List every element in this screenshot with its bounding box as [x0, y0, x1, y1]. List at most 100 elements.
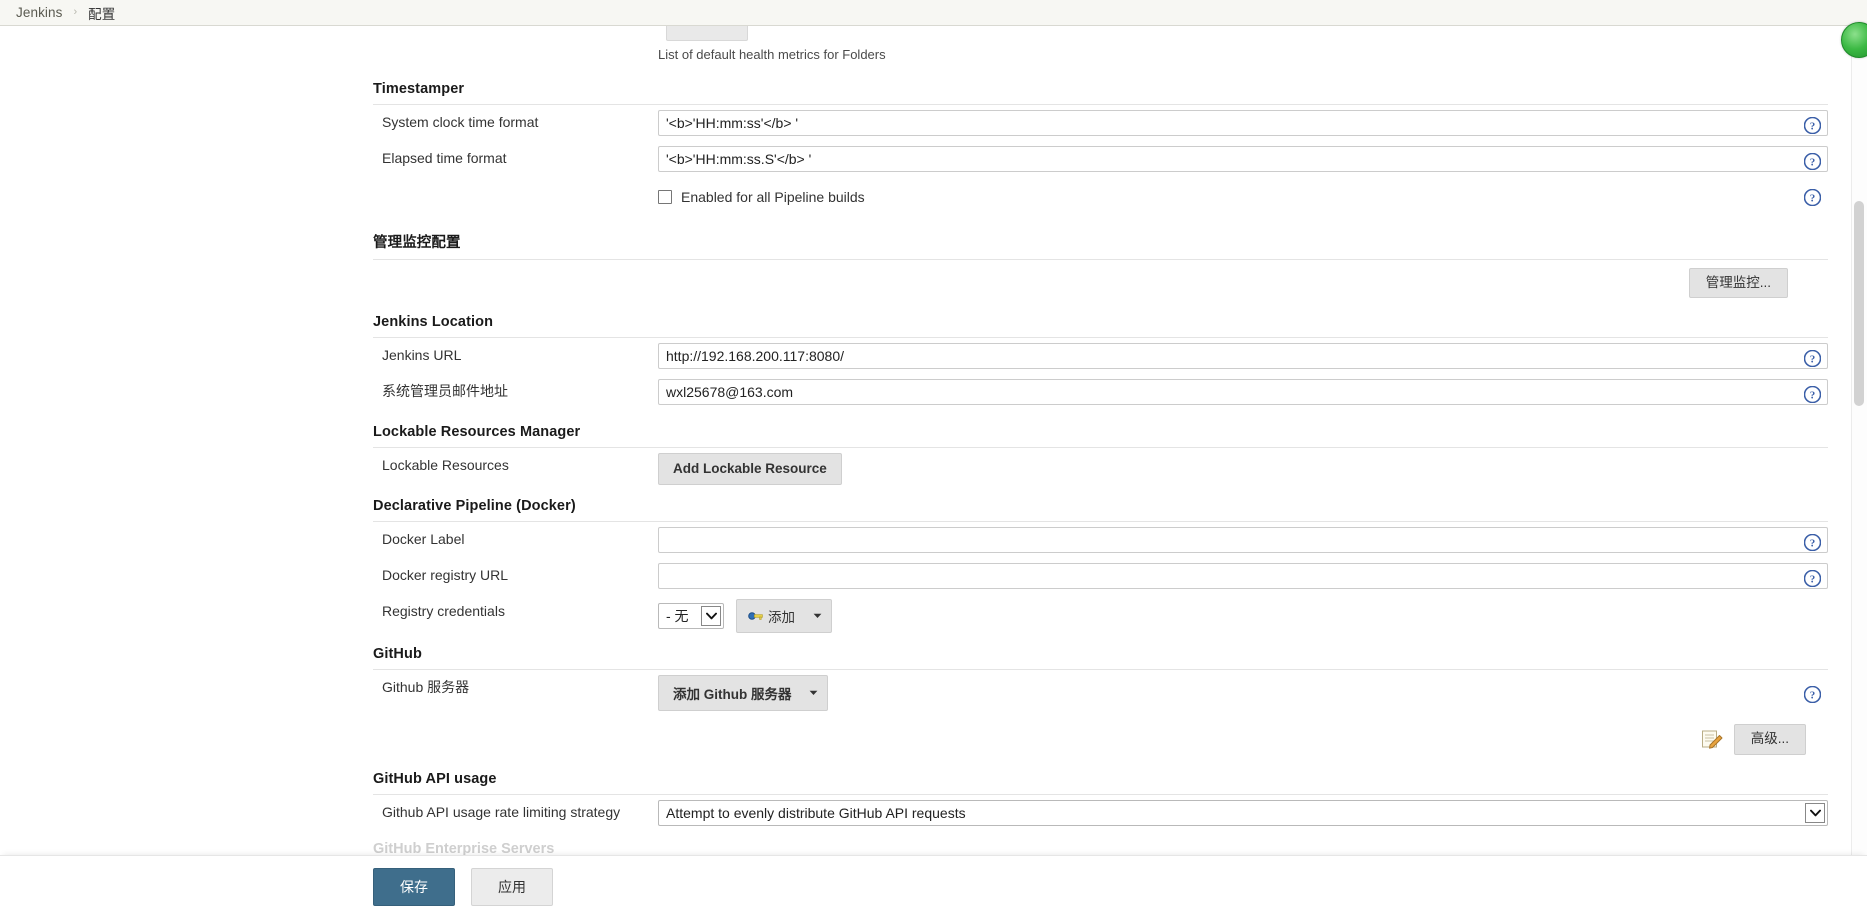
configure-form-scroll-pane: List of default health metrics for Folde…	[0, 26, 1867, 887]
form-action-bar: 保存 应用	[0, 855, 1867, 917]
row-pipeline-enabled: Enabled for all Pipeline builds ?	[373, 177, 1828, 217]
section-jenkins-location: Jenkins Location Jenkins URL ? 系统管理员邮件地址	[373, 314, 1828, 410]
jenkins-location-title: Jenkins Location	[373, 314, 1828, 339]
breadcrumb-item-configure[interactable]: 配置	[88, 3, 115, 23]
row-github-server: Github 服务器 添加 Github 服务器 ?	[373, 670, 1828, 716]
docker-registry-url-field	[658, 558, 1828, 594]
github-server-field: 添加 Github 服务器	[658, 670, 1828, 716]
registry-credentials-select[interactable]: - 无 -	[658, 603, 724, 630]
elapsed-help-wrap: ?	[1803, 152, 1822, 175]
github-advanced-button[interactable]: 高级...	[1733, 724, 1806, 755]
jenkins-url-input[interactable]	[658, 343, 1828, 370]
help-icon[interactable]: ?	[1803, 686, 1822, 704]
configure-form: List of default health metrics for Folde…	[0, 26, 1850, 887]
help-icon[interactable]: ?	[1803, 116, 1822, 135]
scrollbar-thumb[interactable]	[1854, 201, 1864, 406]
elapsed-time-format-label: Elapsed time format	[382, 150, 507, 166]
github-rate-limiting-select-wrap: Attempt to evenly distribute GitHub API …	[658, 799, 1828, 826]
save-button[interactable]: 保存	[373, 867, 455, 906]
help-icon[interactable]: ?	[1803, 570, 1822, 588]
pipeline-enabled-spacer	[373, 177, 658, 192]
monitoring-button-row: 管理监控...	[373, 260, 1828, 306]
svg-text:?: ?	[1810, 390, 1816, 402]
breadcrumb-item-jenkins[interactable]: Jenkins	[16, 5, 62, 20]
elapsed-time-format-field	[658, 141, 1828, 177]
manage-monitoring-button[interactable]: 管理监控...	[1688, 268, 1788, 299]
github-server-help-wrap: ?	[1803, 686, 1822, 708]
system-clock-time-format-field	[658, 105, 1828, 141]
github-rate-limiting-select[interactable]: Attempt to evenly distribute GitHub API …	[658, 799, 1828, 826]
chevron-down-icon	[809, 691, 817, 696]
svg-text:?: ?	[1810, 121, 1816, 133]
lockable-resources-label: Lockable Resources	[382, 457, 509, 474]
add-github-server-button[interactable]: 添加 Github 服务器	[659, 676, 804, 710]
pipeline-enabled-checkbox-row[interactable]: Enabled for all Pipeline builds	[658, 182, 1828, 212]
section-timestamper: Timestamper System clock time format ? E…	[373, 81, 1828, 217]
system-clock-help-wrap: ?	[1803, 116, 1822, 139]
docker-label-label: Docker Label	[382, 531, 465, 548]
lockable-resources-field: Add Lockable Resource	[658, 448, 1828, 490]
github-rate-limiting-field: Attempt to evenly distribute GitHub API …	[658, 795, 1828, 831]
row-docker-registry-url: Docker registry URL ?	[373, 558, 1828, 594]
system-clock-time-format-input[interactable]	[658, 110, 1828, 136]
registry-credentials-field: - 无 - 添加	[658, 594, 1828, 638]
row-github-rate-limiting: Github API usage rate limiting strategy …	[373, 795, 1828, 831]
row-docker-label: Docker Label ?	[373, 522, 1828, 558]
pipeline-enabled-label[interactable]: Enabled for all Pipeline builds	[681, 189, 865, 205]
section-github-api-usage: GitHub API usage Github API usage rate l…	[373, 771, 1828, 831]
registry-credentials-select-wrap: - 无 -	[658, 603, 724, 630]
timestamper-title: Timestamper	[373, 81, 1828, 105]
help-icon[interactable]: ?	[1803, 349, 1822, 368]
add-lockable-resource-button[interactable]: Add Lockable Resource	[658, 453, 842, 486]
declarative-docker-title: Declarative Pipeline (Docker)	[373, 498, 1828, 523]
section-monitoring: 管理监控配置 管理监控...	[373, 231, 1828, 306]
docker-label-input[interactable]	[658, 527, 1828, 554]
health-metrics-hint-row: List of default health metrics for Folde…	[373, 26, 1828, 73]
svg-text:?: ?	[1810, 157, 1816, 169]
docker-registry-help-wrap: ?	[1803, 570, 1822, 592]
pipeline-enabled-checkbox[interactable]	[658, 190, 672, 204]
add-github-server-split-button[interactable]: 添加 Github 服务器	[658, 675, 828, 712]
help-icon[interactable]: ?	[1803, 385, 1822, 404]
add-github-server-caret-button[interactable]	[804, 676, 827, 710]
chevron-down-icon	[813, 614, 822, 619]
registry-credentials-label: Registry credentials	[382, 603, 505, 620]
key-icon	[748, 610, 763, 622]
docker-registry-url-input[interactable]	[658, 563, 1828, 590]
svg-text:?: ?	[1810, 538, 1816, 550]
svg-text:?: ?	[1810, 574, 1816, 586]
help-icon[interactable]: ?	[1803, 534, 1822, 552]
svg-text:?: ?	[1810, 354, 1816, 366]
elapsed-time-format-input[interactable]	[658, 146, 1828, 172]
docker-registry-url-label: Docker registry URL	[382, 567, 509, 584]
health-metrics-hint-text: List of default health metrics for Folde…	[658, 47, 886, 62]
system-clock-time-format-label: System clock time format	[382, 114, 539, 130]
github-api-usage-title: GitHub API usage	[373, 771, 1828, 795]
pipeline-enabled-field: Enabled for all Pipeline builds	[658, 177, 1828, 217]
github-enterprise-servers-title: GitHub Enterprise Servers	[373, 840, 555, 857]
jenkins-url-field	[658, 338, 1828, 374]
vertical-scrollbar[interactable]	[1851, 26, 1867, 917]
add-credentials-split-button[interactable]: 添加	[736, 599, 832, 634]
svg-text:?: ?	[1810, 193, 1816, 205]
breadcrumb-separator: ›	[73, 6, 78, 18]
row-registry-credentials: Registry credentials - 无 - 添加	[373, 594, 1828, 638]
add-credentials-button[interactable]: 添加	[737, 600, 808, 632]
github-title: GitHub	[373, 646, 1828, 671]
help-icon[interactable]: ?	[1803, 188, 1822, 207]
github-rate-limiting-label: Github API usage rate limiting strategy	[382, 803, 621, 820]
help-icon[interactable]: ?	[1803, 152, 1822, 171]
admin-email-label: 系统管理员邮件地址	[382, 383, 508, 400]
jenkins-url-label: Jenkins URL	[382, 347, 462, 364]
section-lockable-resources: Lockable Resources Manager Lockable Reso…	[373, 424, 1828, 490]
breadcrumb: Jenkins › 配置	[0, 0, 1867, 26]
admin-email-input[interactable]	[658, 379, 1828, 406]
section-declarative-pipeline-docker: Declarative Pipeline (Docker) Docker Lab…	[373, 498, 1828, 638]
row-lockable-resources: Lockable Resources Add Lockable Resource	[373, 448, 1828, 490]
notebook-pencil-icon	[1701, 729, 1723, 750]
docker-label-help-wrap: ?	[1803, 534, 1822, 556]
svg-text:?: ?	[1810, 690, 1816, 702]
github-advanced-row: 高级...	[373, 716, 1828, 762]
apply-button[interactable]: 应用	[471, 867, 553, 906]
add-credentials-caret-button[interactable]	[808, 600, 831, 632]
